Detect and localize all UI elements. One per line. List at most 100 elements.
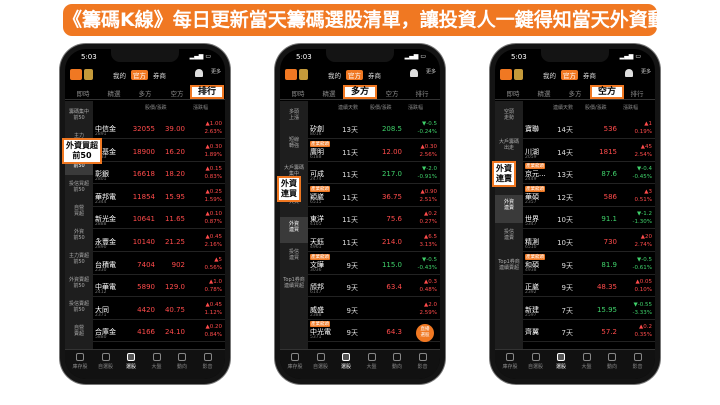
stock-row[interactable]: 威盛 2388 9天 ▲2.0 2.59%	[308, 298, 440, 320]
gift-icon[interactable]	[285, 69, 297, 80]
bottom-nav-item[interactable]: 影音	[197, 353, 219, 370]
stock-row[interactable]: 正崴 2392 9天 48.35 ▲0.05 0.10%	[523, 275, 655, 298]
tab-2[interactable]: 多方	[343, 85, 377, 99]
stock-row[interactable]: 寶聯 14天 536 ▲1 0.19%	[523, 117, 655, 139]
top-tab-2[interactable]: 券商	[151, 70, 168, 80]
tab-4[interactable]: 排行	[621, 88, 653, 98]
bottom-nav-item[interactable]: 動向	[171, 353, 193, 370]
stock-row[interactable]: 產業龍頭 文曄 3036 9天 115.0 ▼-0.5 -0.43%	[308, 253, 440, 275]
top-tab-0[interactable]: 我的	[111, 70, 128, 80]
tab-3[interactable]: 空方	[161, 88, 193, 98]
stock-row[interactable]: 產業龍頭 穎崴 6515 11天 36.75 ▲0.90 2.51%	[308, 185, 440, 207]
sidebar-item[interactable]: 空頭 走勢	[495, 105, 523, 133]
more-menu[interactable]: 更多	[426, 69, 436, 75]
bottom-nav-item[interactable]: 選股	[550, 353, 572, 370]
bottom-nav-item[interactable]: 庫存股	[69, 353, 91, 370]
gift-box-icon[interactable]	[84, 69, 93, 80]
stock-row[interactable]: 東洋 4105 11天 75.6 ▲0.2 0.27%	[308, 207, 440, 230]
tab-3[interactable]: 空方	[590, 85, 624, 99]
more-menu[interactable]: 更多	[211, 69, 221, 75]
bottom-nav-item[interactable]: 影音	[627, 353, 649, 370]
bottom-nav-item[interactable]: 自選股	[310, 353, 332, 370]
stock-row[interactable]: 世界 5347 10天 91.1 ▼-1.2 -1.30%	[523, 207, 655, 230]
bottom-nav-item[interactable]: 自選股	[95, 353, 117, 370]
stock-row[interactable]: 中信金 2891 32055 39.00 ▲1.00 2.63%	[93, 117, 225, 139]
top-tab-1[interactable]: 官方	[561, 70, 578, 80]
tab-1[interactable]: 精選	[528, 88, 560, 98]
stock-row[interactable]: 台積電 2330 7404 902 ▲5 0.56%	[93, 253, 225, 275]
stock-row[interactable]: 產業龍頭 廣明 6188 11天 12.00 ▲0.30 2.56%	[308, 140, 440, 162]
tab-0[interactable]: 即時	[282, 88, 314, 98]
stock-row[interactable]: 凱基金28831890016.20▲0.301.89%	[93, 140, 225, 162]
gift-box-icon[interactable]	[299, 69, 308, 80]
top-tab-1[interactable]: 官方	[131, 70, 148, 80]
bottom-nav-item[interactable]: 動向	[601, 353, 623, 370]
bell-icon[interactable]	[625, 69, 633, 77]
bottom-nav-item[interactable]: 選股	[335, 353, 357, 370]
stock-row[interactable]: 頎邦 6147 9天 63.4 ▲0.3 0.48%	[308, 275, 440, 298]
bell-icon[interactable]	[195, 69, 203, 77]
tab-3[interactable]: 空方	[376, 88, 408, 98]
stock-row[interactable]: 大同 2371 4420 40.75 ▲0.45 1.12%	[93, 298, 225, 320]
gift-icon[interactable]	[500, 69, 512, 80]
top-tab-0[interactable]: 我的	[326, 70, 343, 80]
gift-box-icon[interactable]	[514, 69, 523, 80]
stock-row[interactable]: 華邦電 2344 11854 15.95 ▲0.25 1.59%	[93, 185, 225, 207]
bottom-nav-item[interactable]: 動向	[386, 353, 408, 370]
gift-icon[interactable]	[70, 69, 82, 80]
more-menu[interactable]: 更多	[641, 69, 651, 75]
top-tab-2[interactable]: 券商	[366, 70, 383, 80]
bottom-nav-item[interactable]: 大盤	[146, 353, 168, 370]
stock-row[interactable]: 天鈺 4961 11天 214.0 ▲6.5 3.13%	[308, 230, 440, 252]
stock-row[interactable]: 產業龍頭 和碩 4938 9天 81.9 ▼-0.5 -0.61%	[523, 253, 655, 275]
bottom-nav-item[interactable]: 自選股	[525, 353, 547, 370]
stock-row[interactable]: 齊翼 7天 57.2 ▲0.2 0.35%	[523, 320, 655, 343]
live-stock-picker-button[interactable]: 直播 選股	[416, 324, 434, 342]
stock-row[interactable]: 合庫金 5880 4166 24.10 ▲0.20 0.84%	[93, 320, 225, 343]
tab-1[interactable]: 精選	[313, 88, 345, 98]
stock-row[interactable]: 產業龍頭 京元... 2449 13天 87.6 ▼-0.4 -0.45%	[523, 162, 655, 185]
bottom-nav-item[interactable]: 選股	[120, 353, 142, 370]
stock-row[interactable]: 產業龍頭 華碩 2357 12天 586 ▲3 0.51%	[523, 185, 655, 207]
stock-row[interactable]: 永豐金 2890 10140 21.25 ▲0.45 2.16%	[93, 230, 225, 252]
sidebar-item[interactable]: 投信買超 前50	[65, 177, 93, 199]
sidebar-item[interactable]: 多頭 上漲	[280, 105, 308, 131]
bottom-nav-item[interactable]: 庫存股	[284, 353, 306, 370]
stock-row[interactable]: 新光金 2888 10641 11.65 ▲0.10 0.87%	[93, 207, 225, 230]
bottom-nav-item[interactable]: 大盤	[361, 353, 383, 370]
top-tab-0[interactable]: 我的	[541, 70, 558, 80]
sidebar-item[interactable]: 外資賣超 前50	[65, 273, 93, 295]
sidebar-item[interactable]: 自營 買超	[65, 201, 93, 223]
sidebar-item[interactable]: 投信 連買	[280, 245, 308, 271]
bottom-nav-item[interactable]: 影音	[412, 353, 434, 370]
stock-row[interactable]: 新建 2597 7天 15.95 ▼-0.55 -3.33%	[523, 298, 655, 320]
tab-2[interactable]: 多方	[129, 88, 161, 98]
sidebar-item[interactable]: 大戶籌碼 出走	[495, 135, 523, 163]
top-tab-1[interactable]: 官方	[346, 70, 363, 80]
tab-4[interactable]: 排行	[190, 85, 224, 99]
bell-icon[interactable]	[410, 69, 418, 77]
sidebar-item[interactable]: 外資 連買	[280, 217, 308, 243]
stock-row[interactable]: 川湖 2059 14天 1815 ▲45 2.54%	[523, 140, 655, 162]
sidebar-item[interactable]: 外資 前50	[65, 225, 93, 247]
sidebar-item[interactable]: 短線 轉強	[280, 133, 308, 159]
sidebar-item[interactable]: 籌碼集中 前50	[65, 105, 93, 127]
stock-row[interactable]: 精測 6510 10天 730 ▲20 2.74%	[523, 230, 655, 252]
tab-1[interactable]: 精選	[98, 88, 130, 98]
bottom-nav-item[interactable]: 庫存股	[499, 353, 521, 370]
tab-4[interactable]: 排行	[406, 88, 438, 98]
bottom-nav-item[interactable]: 大盤	[576, 353, 598, 370]
sidebar-item[interactable]: 主力賣超 前50	[65, 249, 93, 271]
tab-2[interactable]: 多方	[559, 88, 591, 98]
sidebar-item[interactable]: Top1券商 連續賣超	[495, 255, 523, 283]
sidebar-item[interactable]: 自營 賣超	[65, 321, 93, 343]
stock-row[interactable]: 中華電 2412 5890 129.0 ▲1.0 0.78%	[93, 275, 225, 298]
stock-row[interactable]: 矽創 8016 13天 208.5 ▼-0.5 -0.24%	[308, 117, 440, 139]
sidebar-item[interactable]: Top1券商 連續買超	[280, 273, 308, 299]
tab-0[interactable]: 即時	[497, 88, 529, 98]
stock-row[interactable]: 彰銀 2801 16618 18.20 ▲0.15 0.83%	[93, 162, 225, 185]
stock-row[interactable]: 可成 2474 11天 217.0 ▼-2.0 -0.91%	[308, 162, 440, 185]
sidebar-item[interactable]: 投信 連賣	[495, 225, 523, 253]
sidebar-item[interactable]: 外資 連賣	[495, 195, 523, 223]
tab-0[interactable]: 即時	[67, 88, 99, 98]
